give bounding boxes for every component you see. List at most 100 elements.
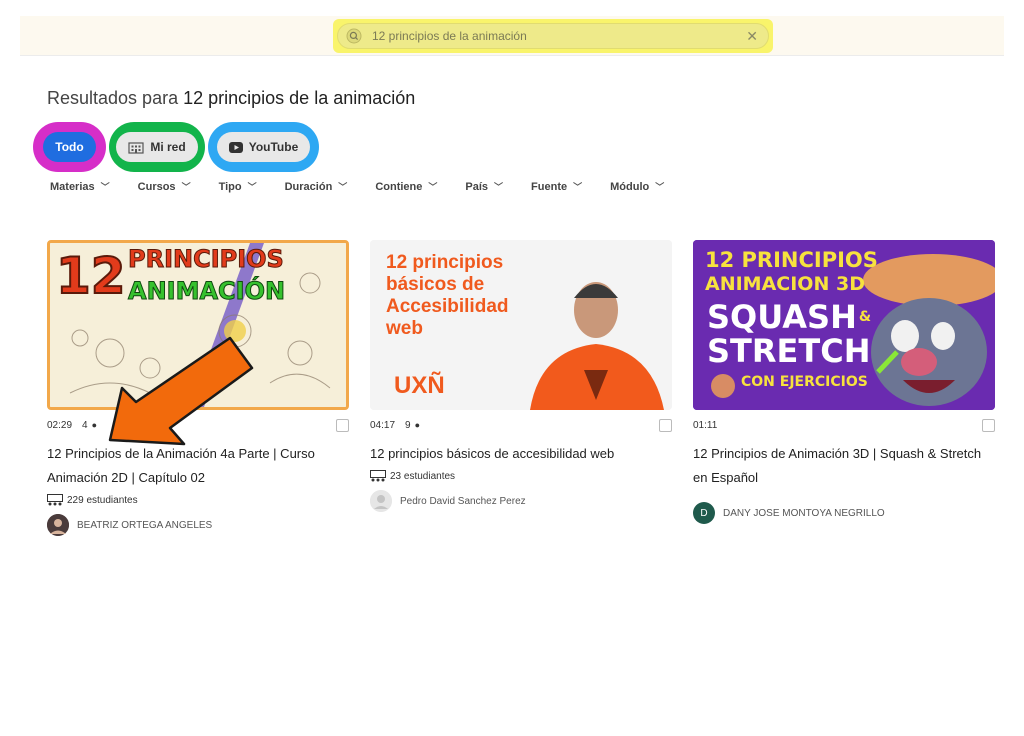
view-count: 4 <box>82 419 88 431</box>
students-count: 23 estudiantes <box>370 470 672 482</box>
thumbnail-line: SQUASH <box>707 298 857 336</box>
filter-label: Tipo <box>218 180 242 193</box>
avatar-initial: D <box>700 507 708 519</box>
avatar-image <box>47 514 69 536</box>
thumbnail-logo: UXÑ <box>394 372 445 399</box>
thumbnail-text: CON EJERCICIOS <box>741 374 868 390</box>
filter-label: Cursos <box>137 180 176 193</box>
thumbnail-text: PRINCIPIOS <box>128 245 285 274</box>
thumbnail-line: básicos de <box>386 274 485 295</box>
results-heading: Resultados para 12 principios de la anim… <box>47 88 415 109</box>
chip-mi-red-label: Mi red <box>150 140 186 154</box>
search-highlight: 12 principios de la animación ✕ <box>333 19 773 53</box>
select-checkbox[interactable] <box>982 419 995 432</box>
author[interactable]: Pedro David Sanchez Perez <box>370 490 672 512</box>
card-title[interactable]: 12 Principios de la Animación 4a Parte |… <box>47 442 349 490</box>
chip-youtube-highlight: YouTube <box>208 122 319 172</box>
thumbnail-line: ANIMACION 3D <box>705 273 865 295</box>
filter-label: Materias <box>50 180 95 193</box>
duration: 04:17 <box>370 419 396 431</box>
results-prefix: Resultados para <box>47 88 179 108</box>
thumbnail-line: Accesibilidad <box>386 296 509 317</box>
filter-modulo[interactable]: Módulo ﹀ <box>610 180 664 193</box>
chip-todo[interactable]: Todo <box>43 132 96 162</box>
students-icon <box>47 494 63 506</box>
thumbnail-text: ANIMACIÓN <box>127 277 286 306</box>
youtube-icon <box>228 141 243 153</box>
close-icon[interactable]: ✕ <box>746 28 758 45</box>
select-checkbox[interactable] <box>336 419 349 432</box>
thumbnail-text: 12 <box>55 246 127 306</box>
video-meta: 02:29 4 ● <box>47 418 349 432</box>
avatar <box>370 490 392 512</box>
user-icon <box>370 490 392 512</box>
author-name: DANY JOSE MONTOYA NEGRILLO <box>723 507 885 519</box>
filter-tipo[interactable]: Tipo ﹀ <box>219 180 257 193</box>
chevron-down-icon: ﹀ <box>247 182 257 192</box>
chip-mi-red[interactable]: Mi red <box>116 132 198 162</box>
chip-todo-label: Todo <box>55 140 84 154</box>
result-card: 12 PRINCIPIOS ANIMACIÓN 02:29 4 ● 12 Pri… <box>47 240 349 536</box>
thumbnail-text: 12 principios básicos de Accesibilidad w… <box>386 252 509 340</box>
view-count: 9 <box>405 419 411 431</box>
thumbnail-text: SQUASH & STRETCH <box>707 300 871 368</box>
filter-label: País <box>465 180 489 193</box>
drop-icon: ● <box>414 420 421 430</box>
chip-youtube-label: YouTube <box>248 140 299 154</box>
author[interactable]: D DANY JOSE MONTOYA NEGRILLO <box>693 502 995 524</box>
card-title[interactable]: 12 principios básicos de accesibilidad w… <box>370 442 672 466</box>
filter-bar: Materias ﹀ Cursos ﹀ Tipo ﹀ Duración ﹀ Contie… <box>50 180 692 193</box>
filter-duracion[interactable]: Duración ﹀ <box>285 180 348 193</box>
drop-icon: ● <box>91 420 98 430</box>
author-name: Pedro David Sanchez Perez <box>400 495 526 507</box>
video-meta: 04:17 9 ● <box>370 418 672 432</box>
video-thumbnail[interactable]: 12 PRINCIPIOS ANIMACION 3D SQUASH & STRET… <box>693 240 995 410</box>
thumbnail-line: web <box>386 318 423 339</box>
filter-contiene[interactable]: Contiene ﹀ <box>375 180 437 193</box>
building-icon <box>128 141 144 154</box>
video-thumbnail[interactable]: 12 principios básicos de Accesibilidad w… <box>370 240 672 410</box>
chevron-down-icon: ﹀ <box>494 182 504 192</box>
students-label: 229 estudiantes <box>67 494 138 506</box>
chevron-down-icon: ﹀ <box>181 182 191 192</box>
select-checkbox[interactable] <box>659 419 672 432</box>
filter-label: Módulo <box>610 180 650 193</box>
filter-cursos[interactable]: Cursos ﹀ <box>138 180 191 193</box>
author[interactable]: BEATRIZ ORTEGA ANGELES <box>47 514 349 536</box>
card-title[interactable]: 12 Principios de Animación 3D | Squash &… <box>693 442 995 490</box>
video-meta: 01:11 <box>693 418 995 432</box>
result-card: 12 principios básicos de Accesibilidad w… <box>370 240 672 512</box>
result-card: 12 PRINCIPIOS ANIMACION 3D SQUASH & STRET… <box>693 240 995 524</box>
avatar <box>47 514 69 536</box>
chevron-down-icon: ﹀ <box>428 182 438 192</box>
chip-youtube[interactable]: YouTube <box>216 132 311 162</box>
filter-pais[interactable]: País ﹀ <box>465 180 503 193</box>
students-label: 23 estudiantes <box>390 470 456 482</box>
search-input[interactable]: 12 principios de la animación ✕ <box>337 23 769 49</box>
chevron-down-icon: ﹀ <box>100 182 110 192</box>
search-value: 12 principios de la animación <box>372 29 527 43</box>
thumbnail-text: 12 PRINCIPIOS ANIMACION 3D <box>705 248 878 296</box>
filter-materias[interactable]: Materias ﹀ <box>50 180 110 193</box>
results-query: 12 principios de la animación <box>183 88 416 108</box>
chip-mired-highlight: Mi red <box>109 122 205 172</box>
top-bar: 12 principios de la animación ✕ <box>20 16 1004 56</box>
students-count: 229 estudiantes <box>47 494 349 506</box>
author-name: BEATRIZ ORTEGA ANGELES <box>77 519 213 531</box>
students-icon <box>370 470 386 482</box>
filter-label: Contiene <box>375 180 423 193</box>
avatar: D <box>693 502 715 524</box>
chip-todo-highlight: Todo <box>33 122 106 172</box>
thumbnail-line: STRETCH <box>707 332 871 370</box>
chevron-down-icon: ﹀ <box>338 182 348 192</box>
video-thumbnail[interactable]: 12 PRINCIPIOS ANIMACIÓN <box>47 240 349 410</box>
duration: 01:11 <box>693 419 718 431</box>
thumbnail-line: & <box>858 309 872 325</box>
duration: 02:29 <box>47 419 73 431</box>
filter-label: Duración <box>284 180 333 193</box>
search-icon <box>346 28 362 44</box>
thumbnail-line: 12 PRINCIPIOS <box>705 248 878 272</box>
filter-fuente[interactable]: Fuente ﹀ <box>531 180 582 193</box>
chevron-down-icon: ﹀ <box>573 182 583 192</box>
thumbnail-line: 12 principios <box>386 252 504 273</box>
